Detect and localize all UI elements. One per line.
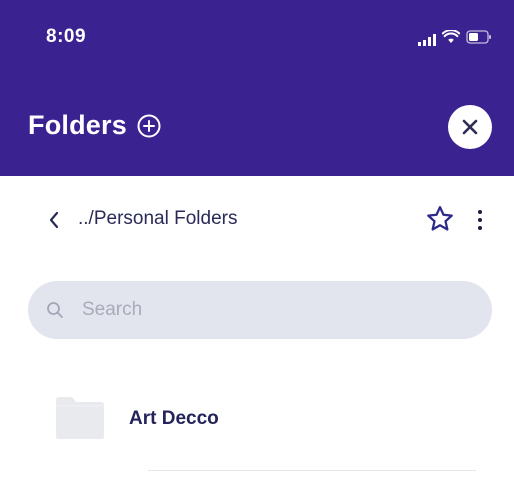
status-time: 8:09 <box>46 26 87 47</box>
search-icon <box>44 299 66 321</box>
breadcrumb-path[interactable]: ../Personal Folders <box>78 208 237 230</box>
folder-name: Art Decco <box>129 408 219 429</box>
page-title: Folders <box>28 110 127 140</box>
plus-circle-icon <box>137 114 161 137</box>
chevron-left-icon <box>49 211 59 229</box>
favorite-button[interactable] <box>423 202 457 236</box>
back-button[interactable] <box>44 208 64 232</box>
close-icon <box>462 119 478 135</box>
vertical-ellipsis-icon <box>478 210 482 214</box>
breadcrumb: ../Personal Folders <box>0 196 514 244</box>
header-title-group: Folders <box>28 110 162 141</box>
list-divider <box>148 470 476 471</box>
list-item[interactable]: Art Decco <box>0 388 514 452</box>
status-icons <box>418 29 492 49</box>
close-button[interactable] <box>448 105 492 149</box>
search-bar[interactable] <box>28 281 492 339</box>
more-options-button[interactable] <box>470 204 490 236</box>
app-header: 8:09 Folders <box>0 0 514 176</box>
star-outline-icon <box>427 206 453 231</box>
folder-icon <box>56 397 104 439</box>
add-folder-button[interactable] <box>136 113 162 139</box>
wifi-icon <box>441 29 461 49</box>
search-input[interactable] <box>80 298 464 322</box>
battery-icon <box>466 30 492 49</box>
signal-icon <box>418 33 436 46</box>
